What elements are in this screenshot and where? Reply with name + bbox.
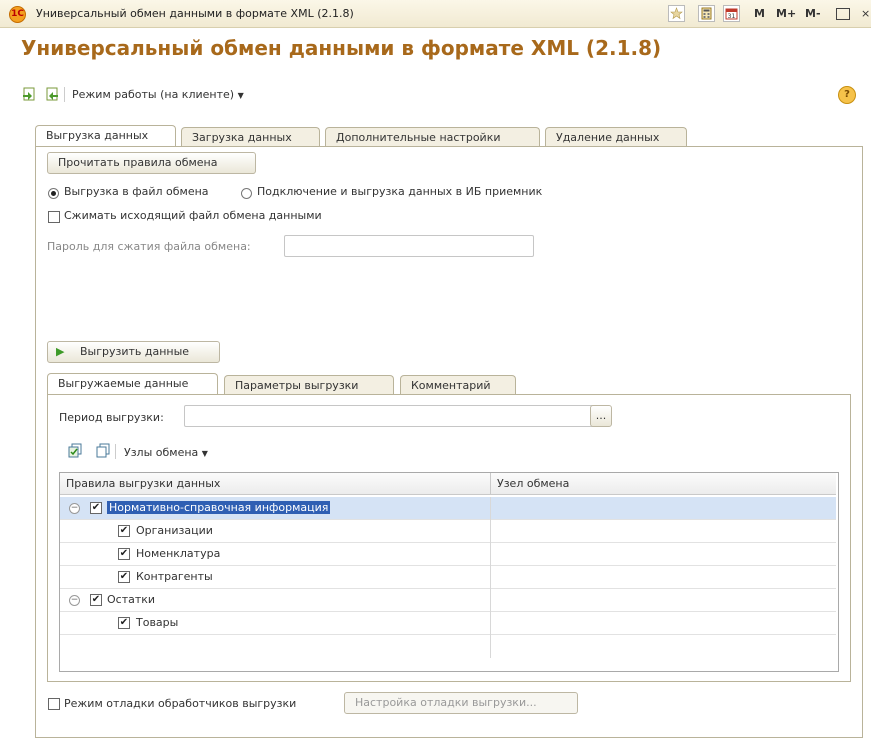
tab-additional-settings[interactable]: Дополнительные настройки: [325, 127, 540, 147]
debug-mode-checkbox[interactable]: [48, 698, 60, 710]
password-input[interactable]: [284, 235, 534, 257]
debug-mode-label: Режим отладки обработчиков выгрузки: [64, 697, 297, 710]
table-row-empty: [60, 635, 836, 658]
read-rules-button[interactable]: Прочитать правила обмена: [47, 152, 256, 174]
tab-export[interactable]: Выгрузка данных: [35, 125, 176, 147]
period-label: Период выгрузки:: [59, 411, 164, 424]
row-checkbox[interactable]: ✔: [118, 525, 130, 537]
nodes-menu-label: Узлы обмена: [124, 446, 199, 459]
radio-export-ib[interactable]: [241, 188, 252, 199]
mode-menu-label: Режим работы (на клиенте): [72, 88, 235, 101]
import-settings-icon[interactable]: [44, 86, 60, 102]
maximize-icon[interactable]: [836, 8, 850, 20]
table-row[interactable]: ✔ Товары: [60, 612, 836, 635]
window-titlebar: 1C Универсальный обмен данными в формате…: [0, 0, 871, 28]
row-label: Номенклатура: [136, 547, 221, 560]
compress-checkbox[interactable]: [48, 211, 60, 223]
radio-export-file[interactable]: [48, 188, 59, 199]
period-choose-button[interactable]: ...: [590, 405, 612, 427]
export-rules-table[interactable]: Правила выгрузки данных Узел обмена − ✔ …: [59, 472, 839, 672]
period-input[interactable]: [184, 405, 594, 427]
favorite-star-icon[interactable]: [668, 5, 685, 22]
row-label: Нормативно-справочная информация: [107, 501, 331, 514]
row-checkbox[interactable]: ✔: [118, 571, 130, 583]
export-settings-icon[interactable]: [21, 86, 37, 102]
page-title: Универсальный обмен данными в формате XM…: [21, 36, 662, 60]
subtab-exported-data[interactable]: Выгружаемые данные: [47, 373, 218, 395]
uncheck-all-icon[interactable]: [95, 443, 111, 459]
nodes-menu[interactable]: Узлы обмена ▼: [124, 446, 208, 459]
row-label: Организации: [136, 524, 213, 537]
table-row[interactable]: ✔ Номенклатура: [60, 543, 836, 566]
radio-export-file-label: Выгрузка в файл обмена: [64, 185, 209, 198]
debug-settings-button[interactable]: Настройка отладки выгрузки...: [344, 692, 578, 714]
check-all-icon[interactable]: [67, 443, 83, 459]
column-separator: [490, 566, 491, 589]
column-separator: [490, 589, 491, 612]
export-data-button[interactable]: ▶ Выгрузить данные: [47, 341, 220, 363]
collapse-icon[interactable]: −: [69, 503, 80, 514]
row-checkbox[interactable]: ✔: [90, 594, 102, 606]
row-checkbox[interactable]: ✔: [118, 617, 130, 629]
grid-toolbar-separator: [115, 444, 116, 459]
table-row[interactable]: ✔ Контрагенты: [60, 566, 836, 589]
export-data-label: Выгрузить данные: [79, 345, 190, 358]
subtab-export-params[interactable]: Параметры выгрузки: [224, 375, 394, 395]
row-label: Контрагенты: [136, 570, 213, 583]
column-separator: [490, 520, 491, 543]
subtab-comment[interactable]: Комментарий: [400, 375, 516, 395]
compress-label: Сжимать исходящий файл обмена данными: [64, 209, 322, 222]
password-label: Пароль для сжатия файла обмена:: [47, 240, 251, 253]
column-header-node[interactable]: Узел обмена: [491, 473, 836, 495]
row-checkbox[interactable]: ✔: [118, 548, 130, 560]
calculator-icon[interactable]: [698, 5, 715, 22]
row-checkbox[interactable]: ✔: [90, 502, 102, 514]
memory-m-button[interactable]: M: [754, 5, 765, 22]
help-icon[interactable]: ?: [838, 86, 856, 104]
tab-import[interactable]: Загрузка данных: [181, 127, 320, 147]
column-separator: [490, 543, 491, 566]
memory-plus-button[interactable]: M+: [776, 5, 796, 22]
column-separator: [490, 612, 491, 635]
table-row[interactable]: − ✔ Нормативно-справочная информация: [60, 497, 836, 520]
table-row[interactable]: ✔ Организации: [60, 520, 836, 543]
chevron-down-icon: ▼: [237, 91, 244, 100]
tab-delete-data[interactable]: Удаление данных: [545, 127, 687, 147]
close-icon[interactable]: ×: [861, 5, 870, 22]
column-header-rules[interactable]: Правила выгрузки данных: [60, 473, 491, 495]
collapse-icon[interactable]: −: [69, 595, 80, 606]
memory-minus-button[interactable]: M-: [805, 5, 821, 22]
column-separator: [490, 497, 491, 520]
row-label: Товары: [136, 616, 179, 629]
mode-menu[interactable]: Режим работы (на клиенте) ▼: [72, 88, 244, 101]
radio-export-ib-label: Подключение и выгрузка данных в ИБ прием…: [257, 185, 543, 198]
calendar-icon[interactable]: 31: [723, 5, 740, 22]
row-label: Остатки: [107, 593, 156, 606]
table-row[interactable]: − ✔ Остатки: [60, 589, 836, 612]
toolbar-separator: [64, 87, 65, 102]
window-title: Универсальный обмен данными в формате XM…: [36, 7, 354, 20]
svg-text:31: 31: [728, 13, 736, 20]
column-separator: [490, 635, 491, 658]
play-icon: ▶: [56, 345, 65, 358]
chevron-down-icon: ▼: [201, 449, 208, 458]
app-logo-icon: 1C: [9, 6, 26, 23]
